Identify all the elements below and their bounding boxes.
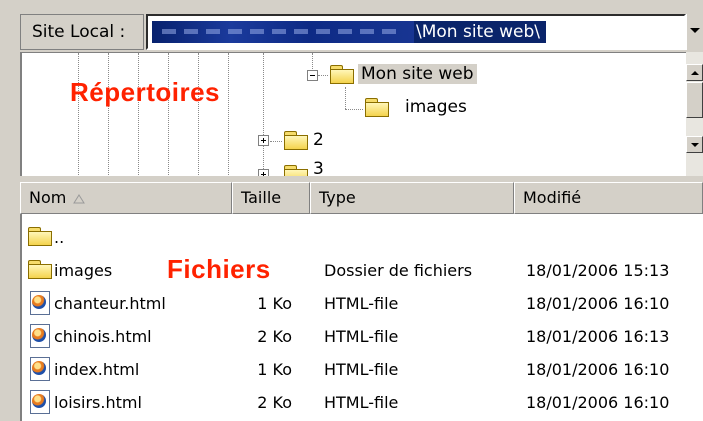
- chevron-down-icon: [690, 28, 700, 33]
- html-file-icon: [30, 357, 50, 381]
- tree-node-mon-site-web[interactable]: Mon site web: [358, 64, 477, 84]
- file-type: HTML-file: [324, 294, 399, 313]
- folder-icon: [284, 131, 308, 150]
- tree-guide: [345, 109, 363, 110]
- tree-guide: [263, 53, 264, 176]
- folder-icon: [284, 165, 308, 176]
- tree-guide: [168, 53, 169, 176]
- file-size: 2 Ko: [257, 393, 292, 412]
- html-file-icon: [30, 390, 50, 414]
- html-file-icon: [30, 324, 50, 348]
- ftp-client-panel: Site Local : \Mon site web\ Mon site web…: [0, 0, 703, 421]
- list-item[interactable]: ..: [22, 222, 703, 256]
- scroll-up-button[interactable]: [686, 64, 703, 81]
- tree-node-images[interactable]: images: [405, 97, 467, 117]
- tree-guide: [198, 53, 199, 176]
- tree-guide: [78, 53, 79, 176]
- list-item[interactable]: index.html 1 Ko HTML-file 18/01/2006 16:…: [22, 354, 703, 388]
- tree-guide: [318, 75, 328, 76]
- expand-toggle[interactable]: [258, 135, 269, 146]
- file-name: images: [54, 261, 113, 280]
- tree-guide: [270, 141, 282, 142]
- column-header-nom[interactable]: Nom: [20, 182, 232, 214]
- list-item[interactable]: images Dossier de fichiers 18/01/2006 15…: [22, 255, 703, 289]
- list-item[interactable]: chanteur.html 1 Ko HTML-file 18/01/2006 …: [22, 288, 703, 322]
- expand-toggle[interactable]: [258, 169, 269, 176]
- column-header-modifie[interactable]: Modifié: [514, 182, 703, 214]
- column-label: Type: [319, 188, 356, 207]
- column-label: Modifié: [523, 188, 582, 207]
- collapse-toggle[interactable]: [307, 70, 318, 81]
- site-local-label: Site Local :: [32, 22, 126, 42]
- list-item[interactable]: loisirs.html 2 Ko HTML-file 18/01/2006 1…: [22, 387, 703, 421]
- tree-guide: [345, 87, 346, 109]
- file-type: HTML-file: [324, 393, 399, 412]
- arrow-down-icon: [691, 143, 699, 147]
- arrow-up-icon: [691, 71, 699, 75]
- column-label: Nom: [29, 188, 67, 207]
- folder-icon: [28, 227, 52, 246]
- tree-guide: [228, 53, 229, 176]
- file-modified: 18/01/2006 16:10: [526, 294, 670, 313]
- scroll-down-button[interactable]: [686, 136, 703, 153]
- file-name: chanteur.html: [54, 294, 166, 313]
- file-type: Dossier de fichiers: [324, 261, 473, 280]
- file-name: ..: [54, 228, 65, 247]
- folder-icon: [28, 260, 52, 279]
- column-header-taille[interactable]: Taille: [232, 182, 310, 214]
- file-list[interactable]: .. images Dossier de fichiers 18/01/2006…: [20, 214, 703, 421]
- tree-node-2[interactable]: 2: [313, 130, 324, 150]
- file-list-header: Nom Taille Type Modifié: [20, 182, 703, 214]
- site-path-combobox[interactable]: \Mon site web\: [146, 14, 686, 50]
- file-modified: 18/01/2006 16:13: [526, 327, 670, 346]
- file-modified: 18/01/2006 16:10: [526, 360, 670, 379]
- tree-scrollbar[interactable]: [686, 52, 703, 176]
- scroll-thumb[interactable]: [686, 82, 703, 118]
- file-type: HTML-file: [324, 327, 399, 346]
- column-label: Taille: [241, 188, 282, 207]
- file-type: HTML-file: [324, 360, 399, 379]
- list-item[interactable]: chinois.html 2 Ko HTML-file 18/01/2006 1…: [22, 321, 703, 355]
- tree-node-3[interactable]: 3: [313, 159, 324, 176]
- file-name: index.html: [54, 360, 140, 379]
- column-header-type[interactable]: Type: [310, 182, 514, 214]
- sort-ascending-icon: [73, 194, 85, 204]
- html-file-icon: [30, 291, 50, 315]
- file-name: loisirs.html: [54, 393, 142, 412]
- fichiers-annotation: Fichiers: [167, 254, 271, 284]
- file-modified: 18/01/2006 16:10: [526, 393, 670, 412]
- file-size: 1 Ko: [257, 360, 292, 379]
- tree-guide: [138, 53, 139, 176]
- file-size: 1 Ko: [257, 294, 292, 313]
- path-redacted: [152, 21, 414, 43]
- file-size: 2 Ko: [257, 327, 292, 346]
- tree-guide: [312, 53, 313, 69]
- site-local-label-box: Site Local :: [20, 14, 144, 50]
- combo-dropdown-button[interactable]: [686, 14, 703, 50]
- path-selected-text: \Mon site web\: [414, 21, 546, 43]
- tree-guide: [108, 53, 109, 176]
- repertoires-annotation: Répertoires: [70, 77, 220, 107]
- file-modified: 18/01/2006 15:13: [526, 261, 670, 280]
- folder-open-icon: [330, 65, 354, 84]
- folder-icon: [365, 98, 389, 117]
- directory-tree[interactable]: Mon site web images 2 3 Répertoires: [20, 52, 686, 176]
- file-name: chinois.html: [54, 327, 152, 346]
